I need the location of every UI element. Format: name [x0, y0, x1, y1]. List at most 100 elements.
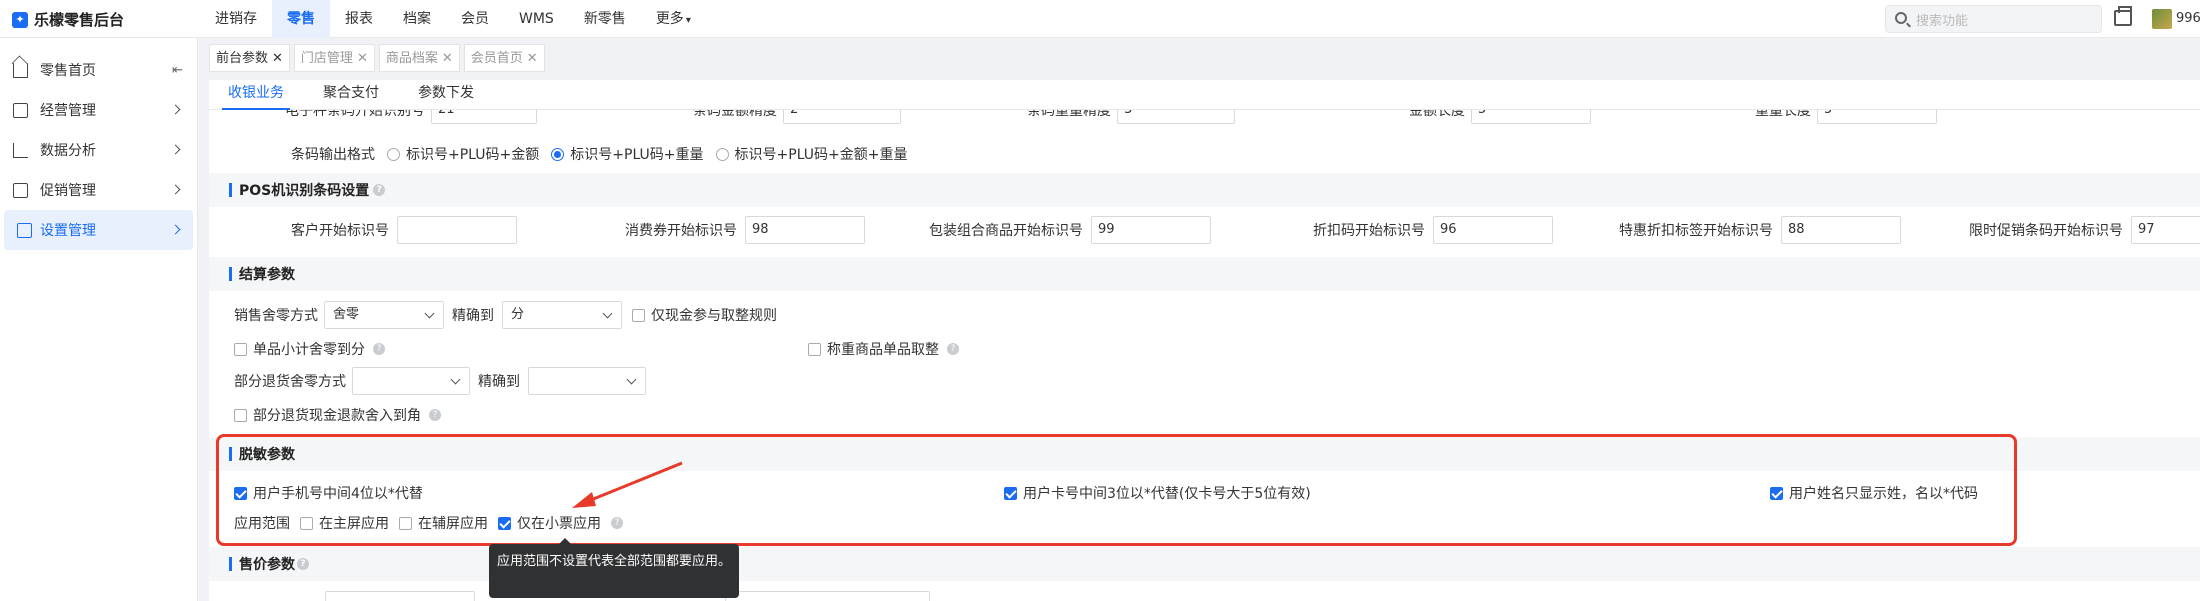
nav-item-purchase-sales-stock[interactable]: 进销存: [200, 0, 272, 38]
desensitize-options-row: 用户手机号中间4位以*代替 用户卡号中间3位以*代替(仅卡号大于5位有效) 用户…: [234, 482, 2194, 504]
radio-output-weight[interactable]: [551, 147, 565, 161]
mask-card-checkbox[interactable]: [1004, 486, 1017, 500]
scope-receipt-only-checkbox[interactable]: [498, 516, 511, 530]
tab-label: 商品档案: [385, 51, 438, 66]
sidebar-item-promotions[interactable]: 促销管理: [0, 170, 197, 210]
rounding-row: 销售舍零方式 舍零 精确到 分 仅现金参与取整规则: [234, 300, 777, 330]
tab-frontend-params[interactable]: 前台参数 ✕: [209, 44, 290, 72]
weighed-item-checkbox[interactable]: [808, 342, 821, 356]
flash-promo-prefix-input[interactable]: 97: [2131, 216, 2200, 244]
mask-phone-label: 用户手机号中间4位以*代替: [253, 486, 423, 502]
coupon-prefix-label: 消费券开始标识号: [625, 223, 737, 239]
mask-phone-checkbox[interactable]: [234, 486, 247, 500]
radio-output-weight-label: 标识号+PLU码+重量: [570, 147, 704, 163]
tab-product-archive[interactable]: 商品档案 ✕: [378, 44, 460, 72]
nav-item-new-retail[interactable]: 新零售: [569, 0, 641, 38]
sidebar-item-label: 零售首页: [40, 63, 96, 79]
home-icon: [13, 63, 28, 78]
nav-item-more[interactable]: 更多 ▾: [641, 0, 706, 38]
pos-barcode-fields: 客户开始标识号 消费券开始标识号 98 包装组合商品开始标识号 99 折扣码开始…: [209, 215, 2200, 245]
cash-only-checkbox[interactable]: [632, 308, 645, 322]
close-icon[interactable]: ✕: [357, 51, 368, 66]
help-icon[interactable]: ?: [297, 558, 309, 570]
sub-tabs: 收银业务 聚合支付 参数下发: [209, 80, 2200, 110]
item-subtotal-checkbox[interactable]: [234, 342, 247, 356]
nav-item-retail[interactable]: 零售: [272, 0, 330, 38]
sidebar-item-label: 数据分析: [40, 143, 96, 159]
partial-return-row: 部分退货舍零方式 精确到: [234, 366, 646, 396]
partial-return-select[interactable]: [352, 367, 470, 395]
nav-item-reports[interactable]: 报表: [330, 0, 388, 38]
user-name[interactable]: 996: [2176, 11, 2200, 26]
tab-member-home[interactable]: 会员首页 ✕: [463, 44, 545, 72]
sidebar: 零售首页 ⇤ 经营管理 数据分析 促销管理 设置管理: [0, 38, 198, 601]
tag-icon: [13, 183, 28, 198]
subtab-checkout-business[interactable]: 收银业务: [222, 80, 290, 110]
printer-icon[interactable]: [2114, 6, 2132, 26]
settings-panel: 收银业务 聚合支付 参数下发 电子秤条码开始识别号 21 条码金额精度 2 条码…: [209, 80, 2200, 601]
subtab-param-dispatch[interactable]: 参数下发: [412, 80, 480, 110]
sidebar-item-label: 促销管理: [40, 183, 96, 199]
partial-cash-row: 部分退货现金退款舍入到角 ?: [234, 404, 441, 426]
help-icon[interactable]: ?: [429, 409, 441, 421]
search-input[interactable]: 搜索功能: [1885, 5, 2102, 33]
partial-cash-label: 部分退货现金退款舍入到角: [253, 408, 421, 424]
section-marker: [229, 183, 232, 197]
help-icon[interactable]: ?: [373, 343, 385, 355]
scope-secondary-screen-checkbox[interactable]: [399, 516, 412, 530]
mask-name-checkbox[interactable]: [1770, 486, 1783, 500]
close-icon[interactable]: ✕: [527, 51, 538, 66]
sidebar-item-settings[interactable]: 设置管理: [4, 210, 193, 250]
tab-label: 门店管理: [300, 51, 353, 66]
radio-output-amount-weight-label: 标识号+PLU码+金额+重量: [734, 147, 908, 163]
close-icon[interactable]: ✕: [442, 51, 453, 66]
price-select-clipped[interactable]: [325, 591, 475, 601]
folder-icon: [17, 223, 32, 238]
mask-card-label: 用户卡号中间3位以*代替(仅卡号大于5位有效): [1023, 486, 1311, 502]
trend-icon: [13, 143, 28, 158]
nav-item-wms[interactable]: WMS: [504, 0, 569, 38]
bundle-prefix-input[interactable]: 99: [1091, 216, 1211, 244]
chart-icon: [13, 103, 28, 118]
app-logo[interactable]: ✦ 乐檬零售后台: [12, 9, 124, 30]
nav-item-members[interactable]: 会员: [446, 0, 504, 38]
logo-icon: ✦: [12, 11, 28, 28]
chevron-right-icon: [170, 184, 181, 195]
help-icon[interactable]: ?: [611, 517, 623, 529]
app-title: 乐檬零售后台: [34, 11, 125, 29]
section-marker: [229, 267, 232, 281]
scope-row: 应用范围 在主屏应用 在辅屏应用 仅在小票应用 ?: [234, 512, 623, 534]
radio-output-amount-label: 标识号+PLU码+金额: [406, 147, 540, 163]
partial-return-label: 部分退货舍零方式: [234, 374, 346, 390]
chevron-right-icon: [170, 224, 181, 235]
avatar[interactable]: [2152, 9, 2172, 29]
customer-prefix-input[interactable]: [397, 216, 517, 244]
help-icon[interactable]: ?: [373, 184, 386, 196]
precision-select[interactable]: 分: [502, 301, 622, 329]
weighed-item-label: 称重商品单品取整: [827, 342, 939, 358]
collapse-sidebar-icon[interactable]: ⇤: [172, 63, 183, 78]
help-icon[interactable]: ?: [947, 343, 959, 355]
rounding-select[interactable]: 舍零: [324, 301, 444, 329]
discount-prefix-label: 折扣码开始标识号: [1313, 223, 1425, 239]
sidebar-item-data-analysis[interactable]: 数据分析: [0, 130, 197, 170]
coupon-prefix-input[interactable]: 98: [745, 216, 865, 244]
special-discount-prefix-input[interactable]: 88: [1781, 216, 1901, 244]
subtab-aggregate-payment[interactable]: 聚合支付: [317, 80, 385, 110]
sidebar-item-operations[interactable]: 经营管理: [0, 90, 197, 130]
radio-output-amount-weight[interactable]: [715, 147, 729, 161]
pos-barcode-section-header: POS机识别条码设置 ?: [209, 173, 2200, 207]
precision-label: 精确到: [452, 308, 494, 324]
search-icon: [1895, 12, 1907, 24]
partial-precision-select[interactable]: [528, 367, 646, 395]
chevron-right-icon: [170, 144, 181, 155]
radio-output-amount[interactable]: [387, 147, 400, 161]
tab-store-management[interactable]: 门店管理 ✕: [293, 44, 375, 72]
discount-prefix-input[interactable]: 96: [1433, 216, 1553, 244]
sidebar-item-retail-home[interactable]: 零售首页 ⇤: [0, 50, 197, 90]
partial-cash-checkbox[interactable]: [234, 408, 247, 422]
price-input-clipped[interactable]: [725, 591, 930, 601]
scope-main-screen-checkbox[interactable]: [300, 516, 313, 530]
nav-item-archives[interactable]: 档案: [388, 0, 446, 38]
close-icon[interactable]: ✕: [272, 51, 283, 66]
